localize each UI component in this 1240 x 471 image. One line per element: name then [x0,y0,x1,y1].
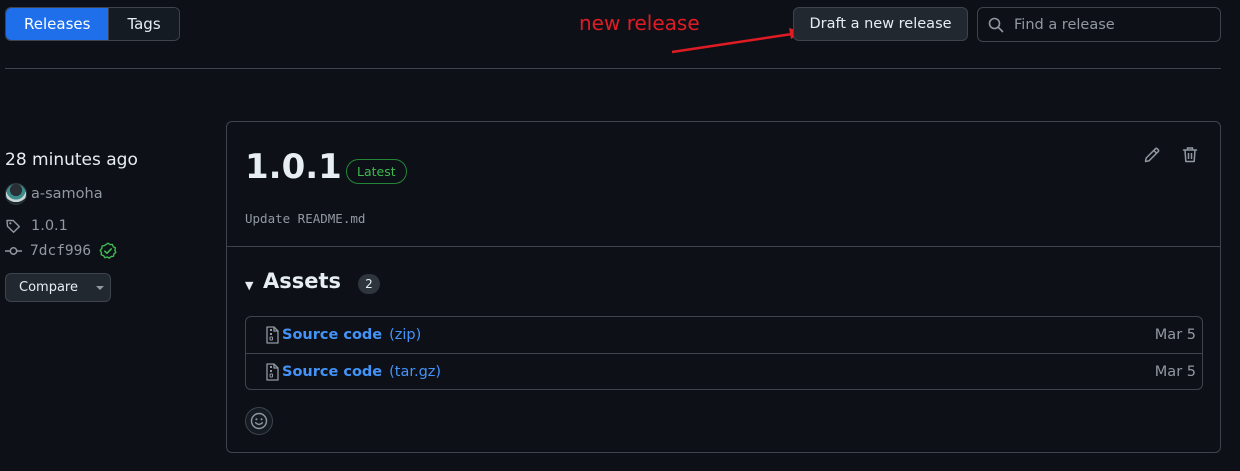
tag-icon [6,219,20,233]
verified-check-icon[interactable] [99,242,117,260]
avatar [5,183,27,205]
add-reaction-button[interactable] [245,407,273,435]
release-card: 1.0.1 Latest Update README.md ▼ Assets 2 [226,121,1221,453]
smiley-icon [250,412,268,430]
asset-row: Source code (tar.gz) Mar 5 [246,353,1202,389]
release-commit[interactable]: 7dcf996 [5,242,117,260]
asset-ext[interactable]: (tar.gz) [389,364,441,380]
trash-icon[interactable] [1180,145,1200,165]
release-notes: Update README.md [245,211,366,226]
asset-link-zip[interactable]: Source code (zip) [264,326,421,344]
compare-label: Compare [19,280,78,295]
asset-name[interactable]: Source code [282,364,382,380]
commit-hash[interactable]: 7dcf996 [30,243,91,259]
asset-row: Source code (zip) Mar 5 [246,317,1202,353]
release-tag[interactable]: 1.0.1 [5,218,68,234]
tab-releases[interactable]: Releases [6,8,109,40]
assets-count-badge: 2 [358,274,380,294]
release-search [977,7,1221,42]
compare-button[interactable]: Compare [5,273,111,302]
assets-caret-icon[interactable]: ▼ [245,279,253,292]
release-time: 28 minutes ago [5,150,138,170]
file-zip-icon [266,362,279,381]
release-version[interactable]: 1.0.1 [245,147,342,187]
asset-link-tar[interactable]: Source code (tar.gz) [264,362,441,381]
commit-icon [5,247,22,255]
draft-release-button[interactable]: Draft a new release [793,7,968,41]
asset-name[interactable]: Source code [282,327,382,343]
asset-date: Mar 5 [1154,363,1196,380]
release-author[interactable]: a-samoha [5,183,103,205]
search-input[interactable] [1014,16,1214,33]
latest-badge: Latest [346,159,407,184]
asset-ext[interactable]: (zip) [389,327,421,343]
search-icon [988,17,1004,32]
release-tabs: Releases Tags [5,7,180,41]
asset-date: Mar 5 [1154,327,1196,343]
asset-list: Source code (zip) Mar 5 Source code (tar… [245,316,1203,390]
card-divider [227,246,1220,247]
annotation-arrow-icon [671,28,804,54]
tab-tags[interactable]: Tags [108,8,179,40]
tag-label[interactable]: 1.0.1 [31,218,68,234]
author-name[interactable]: a-samoha [31,186,103,202]
file-zip-icon [266,326,279,344]
assets-title[interactable]: Assets [263,269,341,293]
pencil-icon[interactable] [1142,145,1162,165]
header-divider [5,68,1221,69]
chevron-down-icon [95,285,104,290]
